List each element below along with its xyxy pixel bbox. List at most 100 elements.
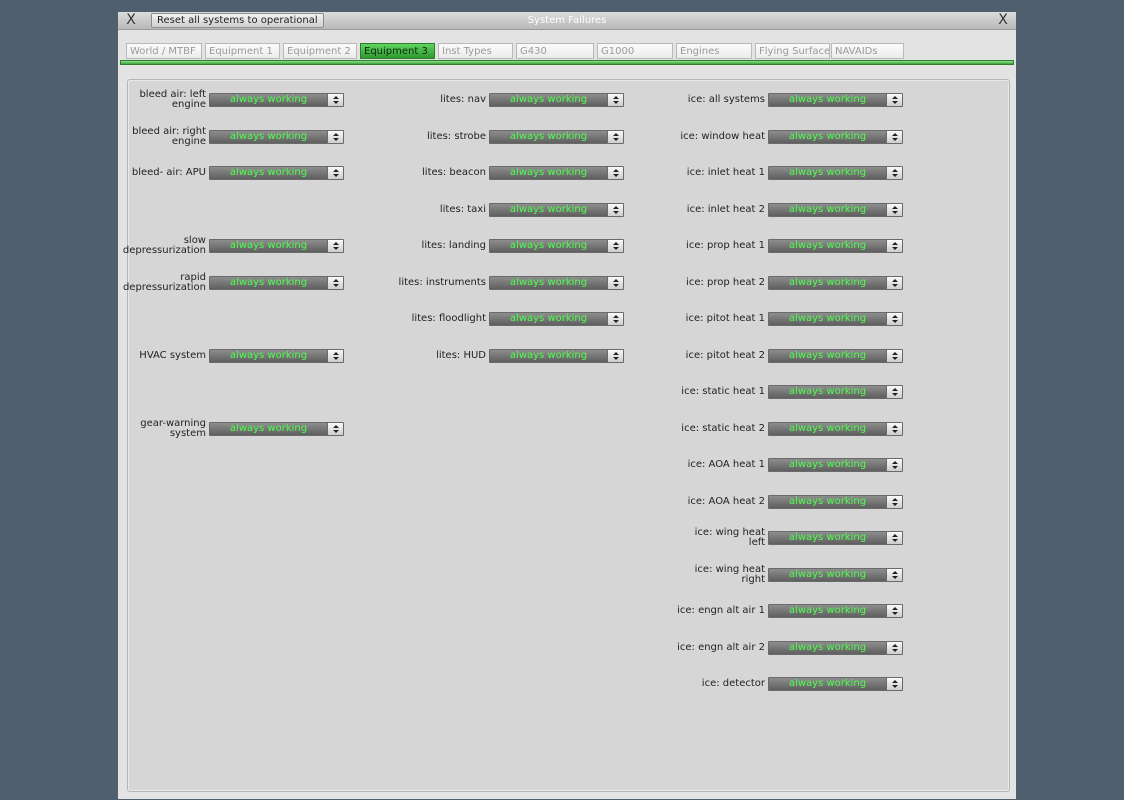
updown-chevron-icon[interactable] [886, 350, 902, 362]
failure-mode-select[interactable]: always working [768, 495, 903, 509]
failure-label: ice: all systems [687, 94, 765, 105]
updown-chevron-icon[interactable] [886, 131, 902, 143]
tab-inst-types[interactable]: Inst Types [438, 43, 513, 59]
failure-mode-value: always working [788, 167, 867, 178]
reset-all-button[interactable]: Reset all systems to operational [151, 13, 324, 28]
tab-flying-surfaces[interactable]: Flying Surfaces [755, 43, 830, 59]
tab-g1000[interactable]: G1000 [597, 43, 673, 59]
failure-mode-select[interactable]: always working [489, 93, 624, 107]
failure-mode-select[interactable]: always working [768, 203, 903, 217]
updown-chevron-icon[interactable] [886, 678, 902, 690]
failure-mode-select[interactable]: always working [489, 203, 624, 217]
failure-label: ice: engn alt air 2 [677, 642, 765, 653]
tab-equipment-1[interactable]: Equipment 1 [205, 43, 280, 59]
failure-mode-select[interactable]: always working [768, 458, 903, 472]
failure-mode-select[interactable]: always working [768, 130, 903, 144]
failure-mode-value: always working [788, 496, 867, 507]
updown-chevron-icon[interactable] [886, 569, 902, 581]
failure-row: lites: taxi always working [398, 199, 624, 221]
failure-mode-value: always working [509, 277, 588, 288]
updown-chevron-icon[interactable] [327, 350, 343, 362]
failure-mode-select[interactable]: always working [489, 166, 624, 180]
updown-chevron-icon[interactable] [886, 532, 902, 544]
close-icon[interactable]: X [122, 12, 140, 29]
updown-chevron-icon[interactable] [886, 240, 902, 252]
failure-mode-select[interactable]: always working [209, 422, 344, 436]
updown-chevron-icon[interactable] [607, 313, 623, 325]
tab-equipment-3[interactable]: Equipment 3 [360, 43, 435, 59]
updown-chevron-icon[interactable] [327, 131, 343, 143]
failure-label: lites: beacon [422, 167, 486, 178]
failure-row: ice: pitot heat 1 always working [677, 308, 903, 330]
updown-chevron-icon[interactable] [607, 131, 623, 143]
updown-chevron-icon[interactable] [886, 94, 902, 106]
failure-mode-select[interactable]: always working [209, 239, 344, 253]
updown-chevron-icon[interactable] [327, 240, 343, 252]
failure-mode-value: always working [509, 204, 588, 215]
title-bar[interactable]: X Reset all systems to operational Syste… [118, 12, 1016, 30]
close-icon[interactable]: X [994, 12, 1012, 29]
updown-chevron-icon[interactable] [886, 423, 902, 435]
failure-row: ice: wing heat left always working [677, 527, 903, 549]
failure-row: ice: pitot heat 2 always working [677, 345, 903, 367]
failure-label: ice: engn alt air 1 [677, 605, 765, 616]
updown-chevron-icon[interactable] [607, 350, 623, 362]
updown-chevron-icon[interactable] [886, 204, 902, 216]
updown-chevron-icon[interactable] [607, 167, 623, 179]
failure-mode-select[interactable]: always working [489, 312, 624, 326]
failure-mode-select[interactable]: always working [209, 130, 344, 144]
tab-navaids[interactable]: NAVAIDs [831, 43, 904, 59]
updown-chevron-icon[interactable] [327, 277, 343, 289]
updown-chevron-icon[interactable] [327, 167, 343, 179]
failure-mode-select[interactable]: always working [209, 276, 344, 290]
failure-mode-select[interactable]: always working [768, 93, 903, 107]
failure-mode-select[interactable]: always working [768, 422, 903, 436]
failure-mode-select[interactable]: always working [768, 385, 903, 399]
failure-row: ice: detector always working [677, 673, 903, 695]
updown-chevron-icon[interactable] [886, 167, 902, 179]
failure-row: lites: instruments always working [398, 272, 624, 294]
failure-mode-select[interactable]: always working [209, 349, 344, 363]
failure-mode-select[interactable]: always working [768, 677, 903, 691]
updown-chevron-icon[interactable] [607, 94, 623, 106]
tab-equipment-2[interactable]: Equipment 2 [283, 43, 357, 59]
tab-engines[interactable]: Engines [676, 43, 752, 59]
failure-mode-select[interactable]: always working [489, 239, 624, 253]
failure-mode-select[interactable]: always working [768, 166, 903, 180]
updown-chevron-icon[interactable] [886, 459, 902, 471]
failure-mode-value: always working [788, 386, 867, 397]
updown-chevron-icon[interactable] [327, 94, 343, 106]
failure-mode-value: always working [788, 605, 867, 616]
failure-mode-select[interactable]: always working [768, 239, 903, 253]
tab-g430[interactable]: G430 [516, 43, 594, 59]
failure-mode-select[interactable]: always working [489, 349, 624, 363]
updown-chevron-icon[interactable] [886, 496, 902, 508]
failure-row: bleed- air: APU always working [128, 162, 344, 184]
updown-chevron-icon[interactable] [886, 277, 902, 289]
updown-chevron-icon[interactable] [607, 204, 623, 216]
updown-chevron-icon[interactable] [886, 605, 902, 617]
failure-mode-select[interactable]: always working [489, 130, 624, 144]
failure-mode-select[interactable]: always working [768, 312, 903, 326]
failure-row: ice: engn alt air 2 always working [677, 637, 903, 659]
failure-mode-select[interactable]: always working [489, 276, 624, 290]
updown-chevron-icon[interactable] [886, 313, 902, 325]
failure-mode-value: always working [788, 277, 867, 288]
failure-mode-value: always working [509, 240, 588, 251]
failure-mode-select[interactable]: always working [768, 641, 903, 655]
updown-chevron-icon[interactable] [607, 240, 623, 252]
failure-mode-select[interactable]: always working [768, 604, 903, 618]
updown-chevron-icon[interactable] [886, 386, 902, 398]
failure-mode-select[interactable]: always working [209, 166, 344, 180]
tab-world-mtbf[interactable]: World / MTBF [126, 43, 202, 59]
failure-mode-select[interactable]: always working [768, 276, 903, 290]
failure-mode-select[interactable]: always working [768, 349, 903, 363]
failure-mode-select[interactable]: always working [209, 93, 344, 107]
updown-chevron-icon[interactable] [886, 642, 902, 654]
failure-label: ice: inlet heat 2 [686, 204, 765, 215]
updown-chevron-icon[interactable] [607, 277, 623, 289]
failure-mode-select[interactable]: always working [768, 531, 903, 545]
failure-mode-select[interactable]: always working [768, 568, 903, 582]
updown-chevron-icon[interactable] [327, 423, 343, 435]
failure-row: slow depressurization always working [123, 235, 344, 257]
